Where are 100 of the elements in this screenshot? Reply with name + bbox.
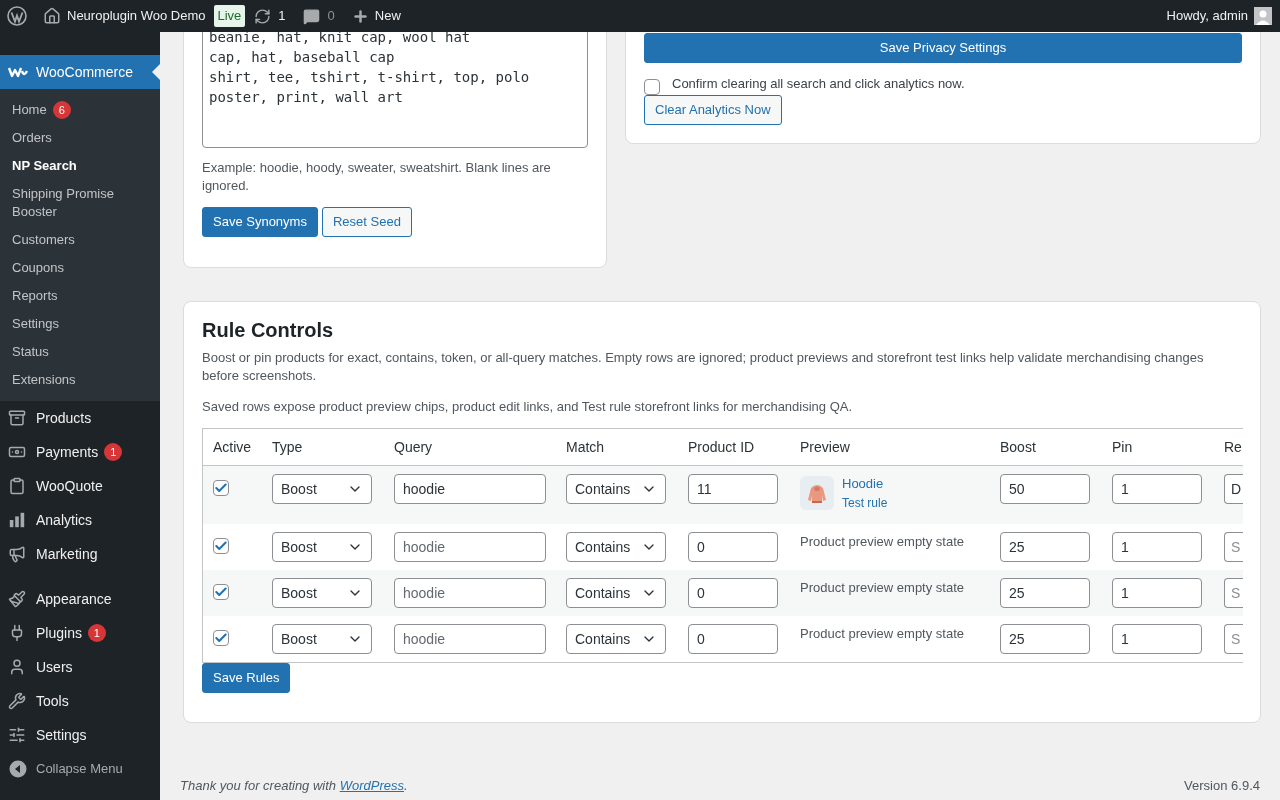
wordpress-logo-icon[interactable] — [7, 6, 27, 26]
submenu-item[interactable]: Home 6 — [0, 96, 160, 124]
pin-field[interactable]: 1 — [1112, 474, 1202, 504]
type-select[interactable]: Boost — [272, 624, 372, 654]
menu-item[interactable]: Settings — [0, 718, 160, 752]
plus-icon[interactable] — [351, 7, 369, 25]
description-text: Boost or pin products for exact, contains, token, or all-query matches. Empty rows are ignored; product previews and storefront test links help validate merchandising changes before screenshots. — [202, 349, 1205, 385]
product-id-field[interactable]: 0 — [688, 578, 778, 608]
pin-field[interactable]: 1 — [1112, 624, 1202, 654]
column-header: Product ID — [687, 437, 756, 457]
column-header: Type — [271, 437, 304, 457]
count-badge: 1 — [104, 443, 123, 461]
product-id-field[interactable]: 11 — [688, 474, 778, 504]
test-rule-link[interactable]: Test rule — [842, 495, 888, 511]
menu-item[interactable]: Analytics — [0, 503, 160, 537]
site-name-link[interactable]: Neuroplugin Woo Demo — [67, 6, 206, 26]
boost-field[interactable]: 25 — [1000, 624, 1090, 654]
column-header: Query — [393, 437, 434, 457]
boost-field[interactable]: 25 — [1000, 532, 1090, 562]
comments-icon[interactable] — [302, 7, 320, 25]
menu-item[interactable]: WooCommerce — [0, 55, 160, 89]
menu-item[interactable]: WooQuote — [0, 469, 160, 503]
menu-item[interactable]: Payments 1 — [0, 435, 160, 469]
query-field[interactable]: hoodie — [394, 624, 546, 654]
empty-preview-text: Product preview empty state — [800, 533, 966, 551]
text-field[interactable]: S — [1224, 532, 1243, 562]
pin-field[interactable]: 1 — [1112, 578, 1202, 608]
menu-item[interactable]: Users — [0, 650, 160, 684]
comments-count: 0 — [327, 7, 335, 26]
query-field[interactable]: hoodie — [394, 532, 546, 562]
clear-analytics-button[interactable]: Clear Analytics Now — [644, 95, 782, 125]
type-select[interactable]: Boost — [272, 578, 372, 608]
updates-icon[interactable] — [254, 7, 272, 25]
current-pointer-icon — [152, 64, 160, 80]
save-button[interactable]: Save Synonyms — [202, 207, 318, 237]
menu-item[interactable]: Marketing — [0, 537, 160, 571]
greeting-link[interactable]: Howdy, admin — [1166, 6, 1248, 26]
menu-item[interactable]: Products — [0, 401, 160, 435]
reset-button[interactable]: Reset Seed — [321, 207, 412, 237]
text-field[interactable]: D — [1224, 474, 1243, 504]
pin-field[interactable]: 1 — [1112, 532, 1202, 562]
menu-item[interactable]: Plugins 1 — [0, 616, 160, 650]
wordpress-link[interactable]: WordPress — [339, 778, 404, 793]
submenu-item[interactable]: Settings — [0, 310, 160, 338]
boost-field[interactable]: 50 — [1000, 474, 1090, 504]
column-header: Pin — [1111, 437, 1134, 457]
save-privacy-button[interactable]: Save Privacy Settings — [644, 33, 1242, 63]
type-select[interactable]: Boost — [272, 532, 372, 562]
save-rules-button[interactable]: Save Rules — [202, 663, 291, 693]
product-id-field[interactable]: 0 — [688, 532, 778, 562]
column-header: Boost — [999, 437, 1037, 457]
submenu-item[interactable]: Coupons — [0, 254, 160, 282]
submenu-item[interactable]: Extensions — [0, 366, 160, 394]
new-link[interactable]: New — [374, 6, 401, 26]
wrench-icon — [8, 692, 26, 710]
type-select[interactable]: Boost — [272, 474, 372, 504]
text-field[interactable]: S — [1224, 624, 1243, 654]
menu-item[interactable]: Appearance — [0, 582, 160, 616]
column-header: Re — [1223, 437, 1243, 457]
match-select[interactable]: Contains — [566, 474, 666, 504]
submenu-item[interactable]: Reports — [0, 282, 160, 310]
woo-logo-icon — [8, 66, 28, 78]
submenu-item[interactable]: Orders — [0, 124, 160, 152]
column-header: Preview — [799, 437, 851, 457]
active-checkbox[interactable] — [213, 538, 229, 554]
count-badge: 6 — [52, 101, 71, 119]
collapse-menu-button[interactable]: Collapse Menu — [0, 754, 160, 784]
active-checkbox[interactable] — [213, 584, 229, 600]
collapse-icon — [9, 760, 27, 778]
submenu-item[interactable]: NP Search — [0, 152, 160, 180]
submenu-item[interactable]: Shipping Promise Booster — [0, 180, 160, 226]
home-icon[interactable] — [43, 7, 61, 25]
live-badge: Live — [213, 5, 246, 27]
match-select[interactable]: Contains — [566, 532, 666, 562]
megaphone-icon — [8, 545, 26, 563]
text-field[interactable]: S — [1224, 578, 1243, 608]
count-badge: 1 — [87, 624, 106, 642]
updates-count: 1 — [278, 7, 286, 26]
query-field[interactable]: hoodie — [394, 578, 546, 608]
column-header: Match — [565, 437, 606, 457]
empty-preview-text: Product preview empty state — [800, 625, 966, 643]
confirm-label: Confirm clearing all search and click analytics now. — [672, 75, 965, 94]
match-select[interactable]: Contains — [566, 578, 666, 608]
submenu-item[interactable]: Status — [0, 338, 160, 366]
synonyms-field[interactable]: beanie, hat, knit cap, wool hat cap, hat, baseball cap shirt, tee, tshirt, t-shirt, top, polo poster, print, wall art — [202, 32, 588, 148]
version-text: Version 6.9.4 — [1184, 777, 1260, 795]
note-text: Saved rows expose product preview chips, product edit links, and Test rule storefront links for merchandising QA. — [202, 398, 854, 416]
confirm-checkbox[interactable] — [644, 79, 660, 95]
menu-item[interactable]: Tools — [0, 684, 160, 718]
active-checkbox[interactable] — [213, 630, 229, 646]
clipboard-icon — [8, 477, 26, 495]
product-id-field[interactable]: 0 — [688, 624, 778, 654]
submenu-item[interactable]: Customers — [0, 226, 160, 254]
bar-chart-icon — [8, 511, 26, 529]
match-select[interactable]: Contains — [566, 624, 666, 654]
active-checkbox[interactable] — [213, 480, 229, 496]
boost-field[interactable]: 25 — [1000, 578, 1090, 608]
query-field[interactable]: hoodie — [394, 474, 546, 504]
empty-preview-text: Product preview empty state — [800, 579, 966, 597]
product-link[interactable]: Hoodie — [842, 475, 888, 493]
